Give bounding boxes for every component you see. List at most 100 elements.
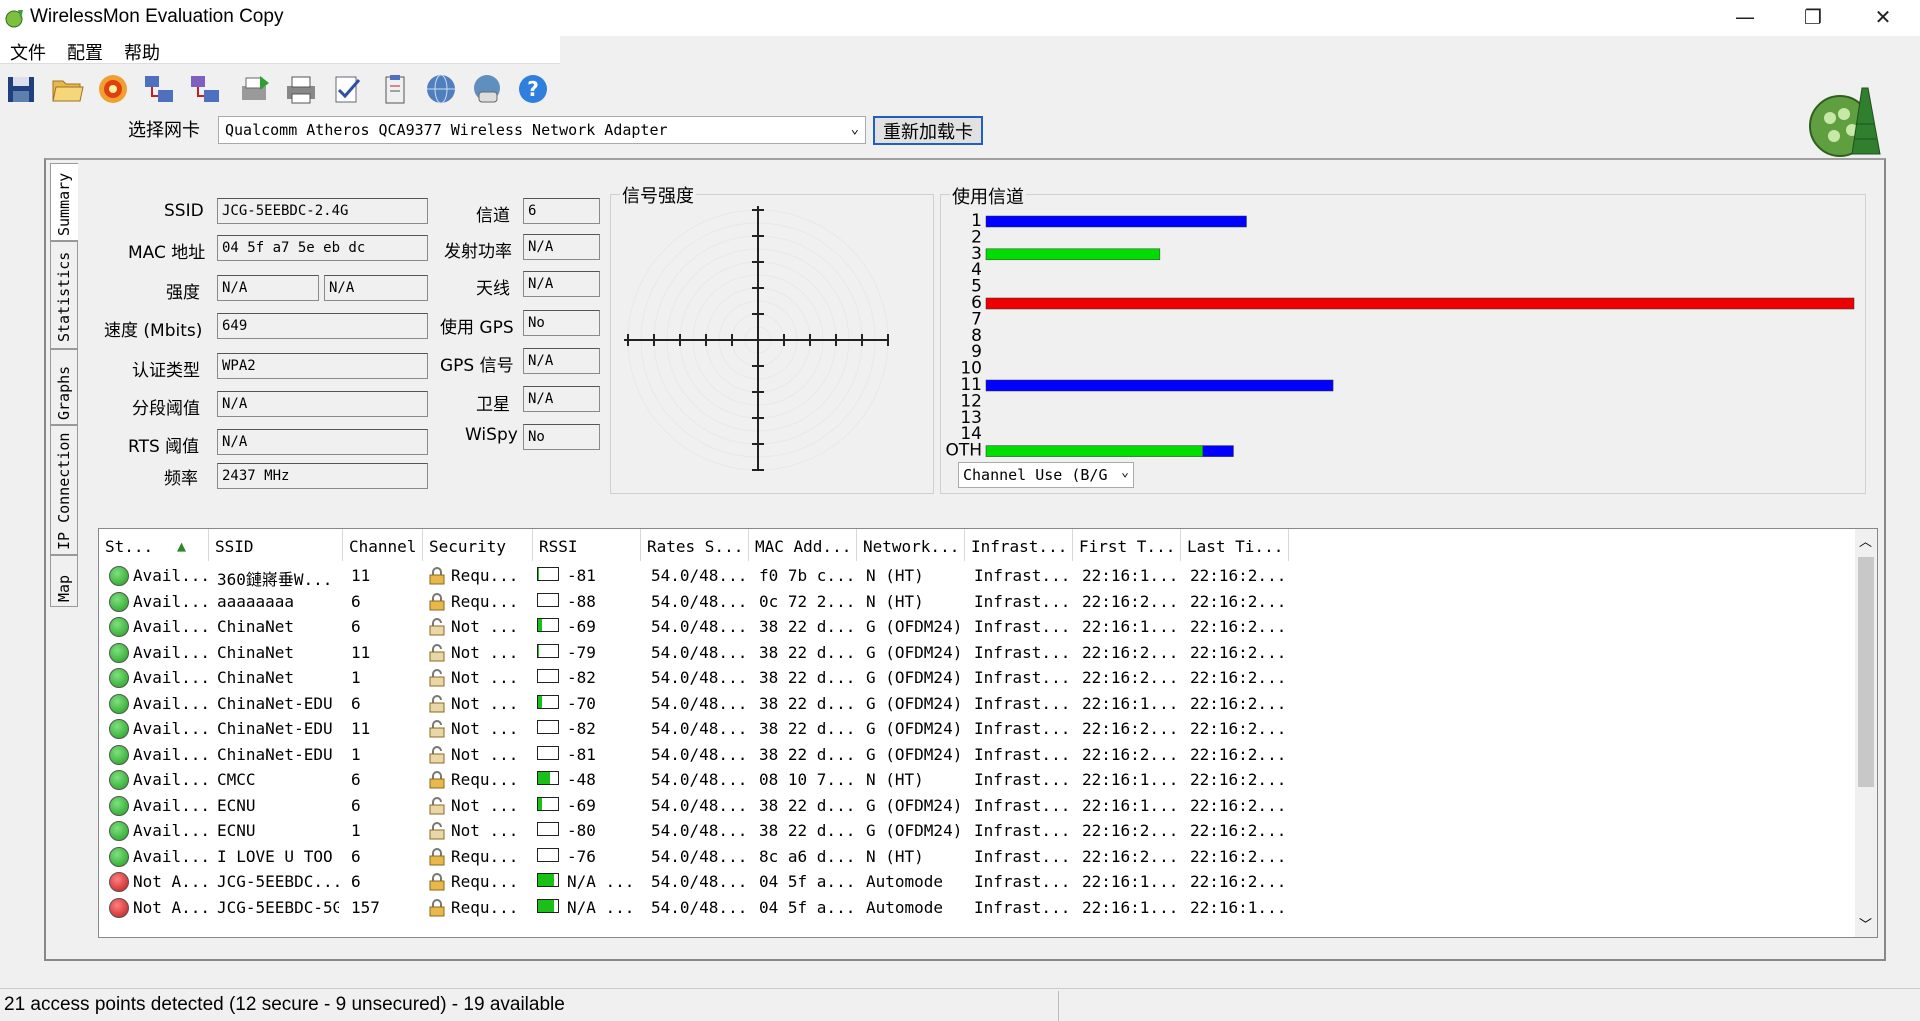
- open-folder-icon[interactable]: [50, 72, 84, 106]
- network-icon[interactable]: [142, 72, 176, 106]
- tab-summary[interactable]: Summary: [50, 163, 78, 241]
- ssid-cell: ChinaNet-EDU: [217, 693, 333, 713]
- last-time-cell: 22:16:2...: [1190, 770, 1286, 789]
- save-icon[interactable]: [4, 72, 38, 106]
- table-row[interactable]: Avail... ChinaNet 11 Not ... -79 54.0/48... 38…: [99, 640, 1799, 666]
- table-row[interactable]: Avail... aaaaaaaa 6 Requ... -88 54.0/48... 0c …: [99, 589, 1799, 615]
- scroll-down-icon[interactable]: ﹀: [1859, 914, 1872, 933]
- col-mac[interactable]: MAC Add...: [749, 529, 857, 561]
- scrollbar-thumb[interactable]: [1858, 557, 1874, 787]
- record-icon[interactable]: [96, 72, 130, 106]
- list-scrollbar[interactable]: ︿ ﹀: [1855, 529, 1877, 937]
- channel-bar: [985, 297, 1855, 310]
- channel-mode-value: Channel Use (B/G: [963, 466, 1108, 484]
- menu-config[interactable]: 配置: [67, 39, 103, 65]
- print-icon[interactable]: [284, 72, 318, 106]
- network-alt-icon[interactable]: [188, 72, 222, 106]
- first-time-cell: 22:16:2...: [1082, 846, 1178, 866]
- rssi-level-bar: [537, 898, 559, 913]
- table-row[interactable]: Avail... ECNU 1 Not ... -80 54.0/48... 38 22 d…: [99, 818, 1799, 844]
- col-infrastructure[interactable]: Infrast...: [965, 529, 1073, 561]
- gps-signal-field: N/A: [523, 348, 600, 374]
- col-rates[interactable]: Rates S...: [641, 529, 749, 561]
- last-time-cell: 22:16:2...: [1190, 591, 1286, 611]
- rssi-cell: -82: [567, 668, 596, 687]
- table-row[interactable]: Avail... ChinaNet 1 Not ... -82 54.0/48... 38 …: [99, 665, 1799, 691]
- col-first-time[interactable]: First T...: [1073, 529, 1181, 561]
- mac-cell: 38 22 d...: [759, 693, 855, 713]
- help-icon[interactable]: ?: [516, 72, 550, 106]
- status-bar: 21 access points detected (12 secure - 9…: [0, 988, 1920, 1021]
- clipboard-icon[interactable]: [378, 72, 412, 106]
- table-row[interactable]: Avail... ChinaNet-EDU 6 Not ... -70 54.0/48..…: [99, 691, 1799, 717]
- unlock-icon: [429, 669, 445, 687]
- last-time-cell: 22:16:2...: [1190, 566, 1286, 585]
- first-time-cell: 22:16:1...: [1082, 770, 1178, 789]
- rates-cell: 54.0/48...: [651, 821, 747, 840]
- wispy-label: WiSpy: [465, 425, 518, 445]
- antenna-field: N/A: [523, 271, 600, 297]
- network-cell: G (OFDM24): [866, 668, 963, 687]
- table-row[interactable]: Avail... CMCC 6 Requ... -48 54.0/48... 08 10 7…: [99, 767, 1799, 793]
- ssid-cell: JCG-5EEBDC...: [217, 872, 339, 891]
- rates-cell: 54.0/48...: [651, 795, 747, 815]
- menu-file[interactable]: 文件: [10, 39, 46, 65]
- col-status[interactable]: St... ▲: [99, 529, 209, 561]
- channel-bar: [1202, 445, 1234, 457]
- status-cell: Avail...: [133, 668, 207, 687]
- adapter-select[interactable]: Qualcomm Atheros QCA9377 Wireless Networ…: [218, 116, 866, 144]
- ssid-cell: 360鏈嶈垂W...: [217, 570, 333, 588]
- channel-mode-select[interactable]: Channel Use (B/G ⌄: [958, 462, 1134, 488]
- rssi-cell: -88: [567, 591, 596, 611]
- security-cell: Not ...: [451, 693, 519, 713]
- check-icon[interactable]: [330, 72, 364, 106]
- rssi-level-bar: [537, 847, 559, 862]
- table-row[interactable]: Avail... ChinaNet-EDU 1 Not ... -81 54.0/48..…: [99, 742, 1799, 768]
- unlock-icon: [429, 796, 445, 814]
- table-row[interactable]: Not A... JCG-5EEBDC... 6 Requ... N/A ... 54.0…: [99, 869, 1799, 895]
- available-icon: [109, 617, 129, 637]
- first-time-cell: 22:16:1...: [1082, 617, 1178, 636]
- minimize-button[interactable]: —: [1710, 0, 1780, 34]
- col-network[interactable]: Network...: [857, 529, 965, 561]
- close-button[interactable]: ✕: [1848, 0, 1918, 34]
- status-cell: Not A...: [133, 872, 207, 891]
- speed-label: 速度 (Mbits): [104, 321, 203, 341]
- table-row[interactable]: Avail... 360鏈嶈垂W... 11 Requ... -81 54.0/48...…: [99, 563, 1799, 589]
- rssi-level-bar: [537, 771, 559, 785]
- menu-help[interactable]: 帮助: [124, 39, 160, 65]
- table-row[interactable]: Avail... ChinaNet-EDU 11 Not ... -82 54.0/48.…: [99, 716, 1799, 742]
- unlock-icon: [429, 643, 445, 661]
- scroll-up-icon[interactable]: ︿: [1859, 531, 1872, 550]
- table-row[interactable]: Avail... ChinaNet 6 Not ... -69 54.0/48... 38 …: [99, 614, 1799, 640]
- ssid-cell: aaaaaaaa: [217, 591, 295, 611]
- ssid-cell: ECNU: [217, 821, 256, 840]
- lock-icon: [429, 847, 445, 865]
- sort-asc-icon: ▲: [177, 537, 187, 555]
- chat-globe-icon[interactable]: [470, 72, 504, 106]
- col-security[interactable]: Security: [423, 529, 533, 561]
- channel-cell: 11: [351, 642, 371, 662]
- reload-adapter-button[interactable]: 重新加载卡: [873, 116, 983, 145]
- table-row[interactable]: Avail... I LOVE U TOO 6 Requ... -76 54.0/48..…: [99, 844, 1799, 870]
- restore-button[interactable]: ❐: [1778, 0, 1848, 34]
- export-icon[interactable]: [238, 72, 272, 106]
- col-ssid[interactable]: SSID: [209, 529, 343, 561]
- infrastructure-cell: Infrast...: [974, 719, 1070, 738]
- table-row[interactable]: Not A... JCG-5EEBDC-5G 157 Requ... N/A ... 54…: [99, 895, 1799, 921]
- status-cell: Avail...: [133, 770, 207, 789]
- col-rssi[interactable]: RSSI: [533, 529, 641, 561]
- tab-ip-connection[interactable]: IP Connection: [50, 425, 78, 555]
- network-cell: G (OFDM24): [866, 693, 963, 713]
- tab-statistics[interactable]: Statistics: [50, 241, 78, 349]
- globe-icon[interactable]: [424, 72, 458, 106]
- col-channel[interactable]: Channel: [343, 529, 423, 561]
- lock-icon: [429, 771, 445, 789]
- col-last-time[interactable]: Last Ti...: [1181, 529, 1289, 561]
- table-row[interactable]: Avail... ECNU 6 Not ... -69 54.0/48... 38 22 d…: [99, 793, 1799, 819]
- security-cell: Requ...: [451, 566, 519, 585]
- mac-cell: 04 5f a...: [759, 897, 855, 917]
- tab-graphs[interactable]: Graphs: [50, 349, 78, 425]
- tab-map[interactable]: Map: [50, 555, 78, 607]
- mac-cell: 38 22 d...: [759, 719, 855, 738]
